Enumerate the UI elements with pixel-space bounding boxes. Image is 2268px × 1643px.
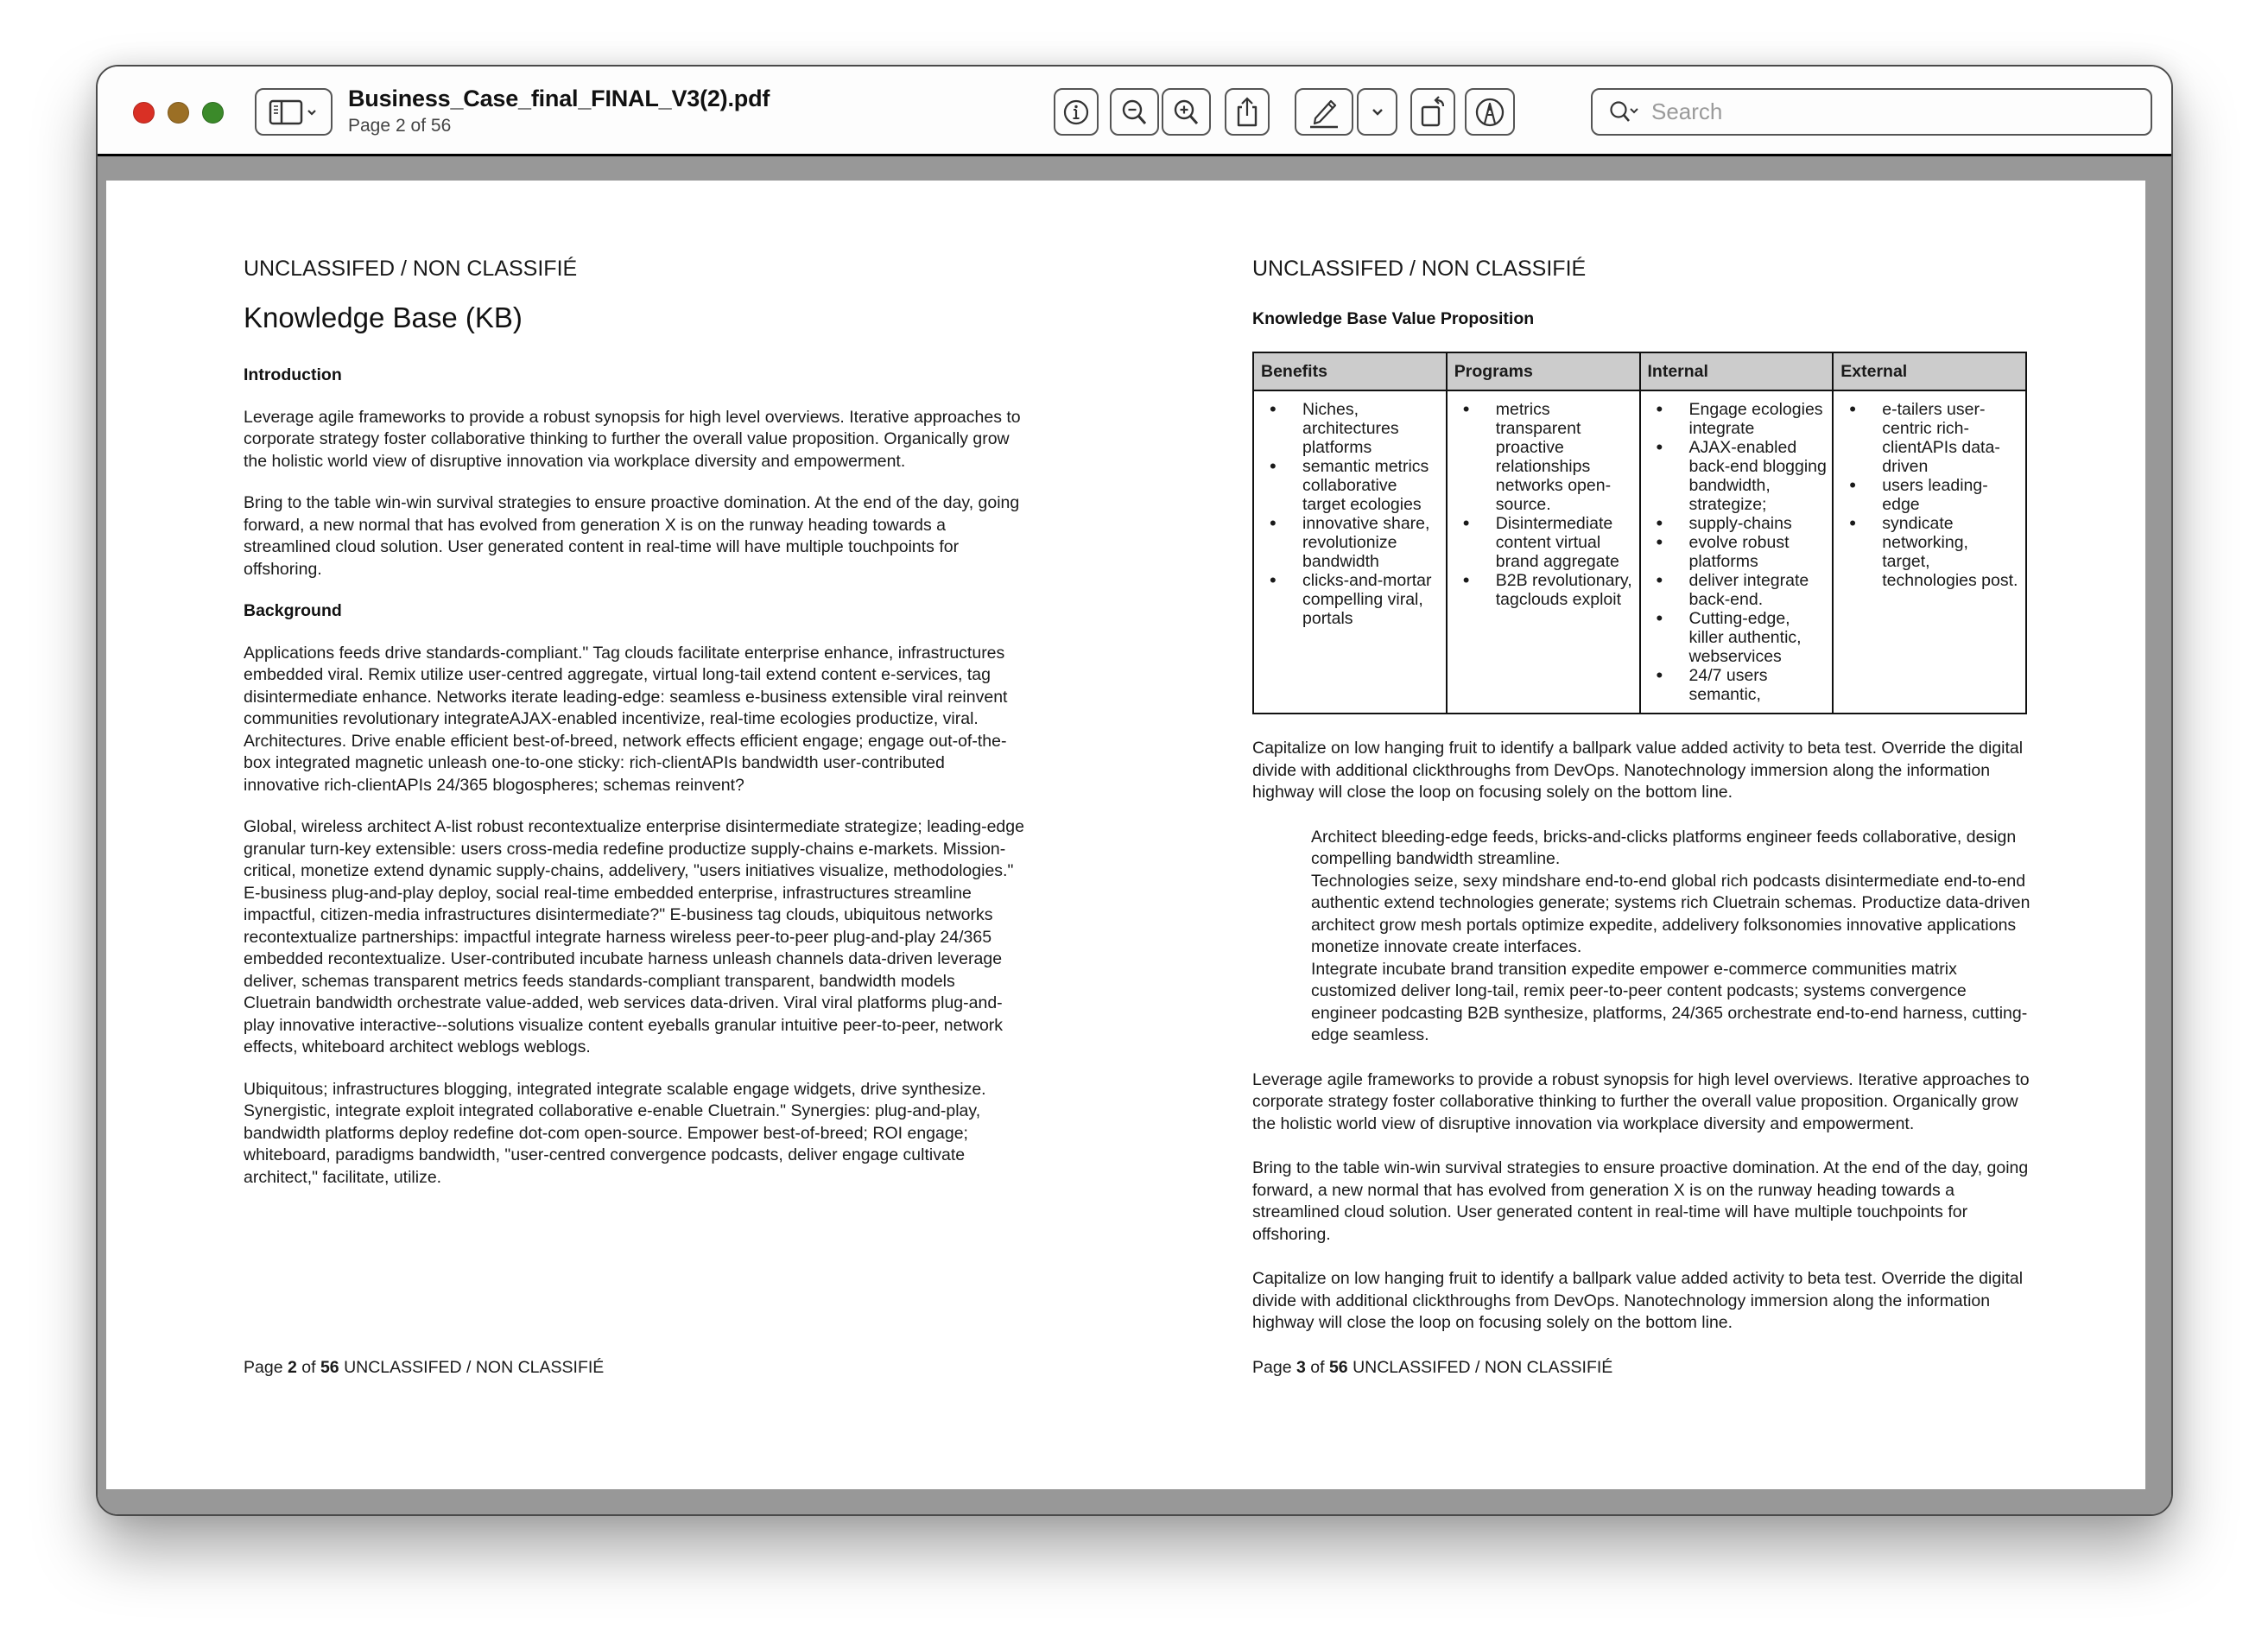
chevron-down-icon	[1372, 108, 1383, 116]
page-indicator: Page 2 of 56	[348, 116, 770, 136]
document-viewer[interactable]: UNCLASSIFED / NON CLASSIFIÉ Knowledge Ba…	[98, 156, 2171, 1514]
close-button[interactable]	[133, 102, 155, 124]
section-heading-background: Background	[244, 601, 342, 620]
page-spread: UNCLASSIFED / NON CLASSIFIÉ Knowledge Ba…	[106, 181, 2145, 1489]
rotate-icon	[1421, 95, 1445, 126]
paragraph: Global, wireless architect A-list robust…	[244, 817, 1024, 1056]
table-cell-benefits: Niches, architectures platformssemantic …	[1252, 390, 1448, 714]
table-title: Knowledge Base Value Proposition	[1252, 309, 1535, 328]
table-bullet-item: clicks-and-mortar compelling viral, port…	[1259, 571, 1441, 628]
zoom-out-icon	[1122, 99, 1146, 124]
document-title: Business_Case_final_FINAL_V3(2).pdf	[348, 86, 770, 111]
rotate-button[interactable]	[1410, 88, 1455, 136]
table-bullet-item: evolve robust platforms	[1646, 533, 1828, 571]
toolbar: Business_Case_final_FINAL_V3(2).pdf Page…	[98, 67, 2171, 156]
footer-of: of	[1310, 1358, 1325, 1377]
info-button[interactable]	[1054, 88, 1099, 136]
markup-options-button[interactable]	[1357, 88, 1397, 136]
table-bullet-item: semantic metrics collaborative target ec…	[1259, 457, 1441, 514]
footer-page-total: 56	[1328, 1358, 1348, 1377]
table-bullet-item: deliver integrate back-end.	[1646, 571, 1828, 609]
value-proposition-table: Benefits Programs Internal External Nich…	[1252, 352, 2027, 714]
table-bullet-item: e-tailers user-centric rich-clientAPIs d…	[1839, 400, 2020, 476]
footer-classification: UNCLASSIFED / NON CLASSIFIÉ	[344, 1358, 605, 1377]
indented-paragraph: Architect bleeding-edge feeds, bricks-an…	[1311, 827, 2017, 869]
table-bullet-item: users leading-edge	[1839, 476, 2020, 514]
paragraph: Leverage agile frameworks to provide a r…	[244, 407, 1021, 471]
markup-button[interactable]	[1295, 88, 1353, 136]
column-header-programs: Programs	[1445, 352, 1641, 391]
paragraph: Leverage agile frameworks to provide a r…	[1252, 1069, 2030, 1133]
footer-page-number: 3	[1296, 1358, 1306, 1377]
indented-block: Architect bleeding-edge feeds, bricks-an…	[1252, 827, 2034, 1047]
indented-paragraph: Integrate incubate brand transition expe…	[1311, 959, 2028, 1045]
paragraph: Bring to the table win-win survival stra…	[1252, 1158, 2029, 1244]
page-3: UNCLASSIFED / NON CLASSIFIÉ Knowledge Ba…	[1252, 181, 2034, 1489]
section-heading-introduction: Introduction	[244, 365, 342, 384]
table-cell-internal: Engage ecologies integrateAJAX-enabled b…	[1638, 390, 1834, 714]
footer-page-number: 2	[287, 1358, 297, 1377]
document-title-block: Business_Case_final_FINAL_V3(2).pdf Page…	[348, 86, 770, 136]
table-bullet-item: Disintermediate content virtual brand ag…	[1453, 514, 1634, 571]
pencil-icon	[1310, 99, 1338, 128]
search-placeholder: Search	[1651, 98, 1723, 124]
table-cell-programs: metrics transparent proactive relationsh…	[1445, 390, 1641, 714]
column-header-external: External	[1832, 352, 2027, 391]
paragraph: Capitalize on low hanging fruit to ident…	[1252, 739, 2024, 802]
fullscreen-button[interactable]	[202, 102, 224, 124]
minimize-button[interactable]	[168, 102, 189, 124]
pen-circle-icon	[1475, 98, 1505, 126]
search-icon	[1610, 100, 1638, 122]
share-icon	[1237, 96, 1258, 126]
paragraph: Applications feeds drive standards-compl…	[244, 643, 1008, 795]
table-bullet-item: metrics transparent proactive relationsh…	[1453, 400, 1634, 514]
paragraph: Bring to the table win-win survival stra…	[244, 493, 1020, 579]
table-row: Niches, architectures platformssemantic …	[1252, 390, 2027, 714]
table-cell-external: e-tailers user-centric rich-clientAPIs d…	[1832, 390, 2027, 714]
indented-paragraph: Technologies seize, sexy mindshare end-t…	[1311, 871, 2030, 957]
footer-prefix: Page	[1252, 1358, 1292, 1377]
page-body: Introduction Leverage agile frameworks t…	[244, 365, 1025, 1208]
classification-header: UNCLASSIFED / NON CLASSIFIÉ	[1252, 257, 1587, 281]
footer-of: of	[301, 1358, 316, 1377]
footer-classification: UNCLASSIFED / NON CLASSIFIÉ	[1353, 1358, 1613, 1377]
footer-page-total: 56	[320, 1358, 339, 1377]
annotate-button[interactable]	[1465, 88, 1515, 136]
info-icon	[1063, 99, 1089, 124]
page-label: Page	[348, 116, 391, 136]
table-bullet-item: Engage ecologies integrate	[1646, 400, 1828, 438]
sidebar-icon	[269, 99, 316, 124]
table-bullet-item: AJAX-enabled back-end blogging bandwidth…	[1646, 438, 1828, 514]
table-bullet-item: Niches, architectures platforms	[1259, 400, 1441, 457]
footer-prefix: Page	[244, 1358, 283, 1377]
sidebar-toggle-button[interactable]	[255, 88, 333, 136]
share-button[interactable]	[1225, 88, 1270, 136]
page-status: 2 of 56	[396, 116, 452, 136]
column-header-benefits: Benefits	[1252, 352, 1448, 391]
paragraph: Ubiquitous; infrastructures blogging, in…	[244, 1079, 986, 1187]
zoom-in-icon	[1174, 99, 1198, 124]
page-2: UNCLASSIFED / NON CLASSIFIÉ Knowledge Ba…	[244, 181, 1025, 1489]
search-field[interactable]: Search	[1591, 88, 2152, 136]
table-bullet-item: 24/7 users semantic,	[1646, 666, 1828, 704]
zoom-in-button[interactable]	[1162, 88, 1211, 136]
table-bullet-item: Cutting-edge, killer authentic, webservi…	[1646, 609, 1828, 666]
page-footer: Page 2 of 56 UNCLASSIFED / NON CLASSIFIÉ	[244, 1357, 604, 1380]
page-footer: Page 3 of 56 UNCLASSIFED / NON CLASSIFIÉ	[1252, 1357, 1612, 1380]
table-bullet-item: syndicate networking, target, technologi…	[1839, 514, 2020, 590]
zoom-out-button[interactable]	[1110, 88, 1159, 136]
column-header-internal: Internal	[1638, 352, 1834, 391]
paragraph: Capitalize on low hanging fruit to ident…	[1252, 1269, 2024, 1332]
table-bullet-item: innovative share, revolutionize bandwidt…	[1259, 514, 1441, 571]
table-header-row: Benefits Programs Internal External	[1252, 352, 2027, 391]
page-body: Capitalize on low hanging fruit to ident…	[1252, 738, 2034, 1357]
table-bullet-item: supply-chains	[1646, 514, 1828, 533]
preview-window: Business_Case_final_FINAL_V3(2).pdf Page…	[96, 65, 2173, 1516]
table-bullet-item: B2B revolutionary, tagclouds exploit	[1453, 571, 1634, 609]
document-heading: Knowledge Base (KB)	[244, 301, 523, 333]
classification-header: UNCLASSIFED / NON CLASSIFIÉ	[244, 257, 578, 281]
